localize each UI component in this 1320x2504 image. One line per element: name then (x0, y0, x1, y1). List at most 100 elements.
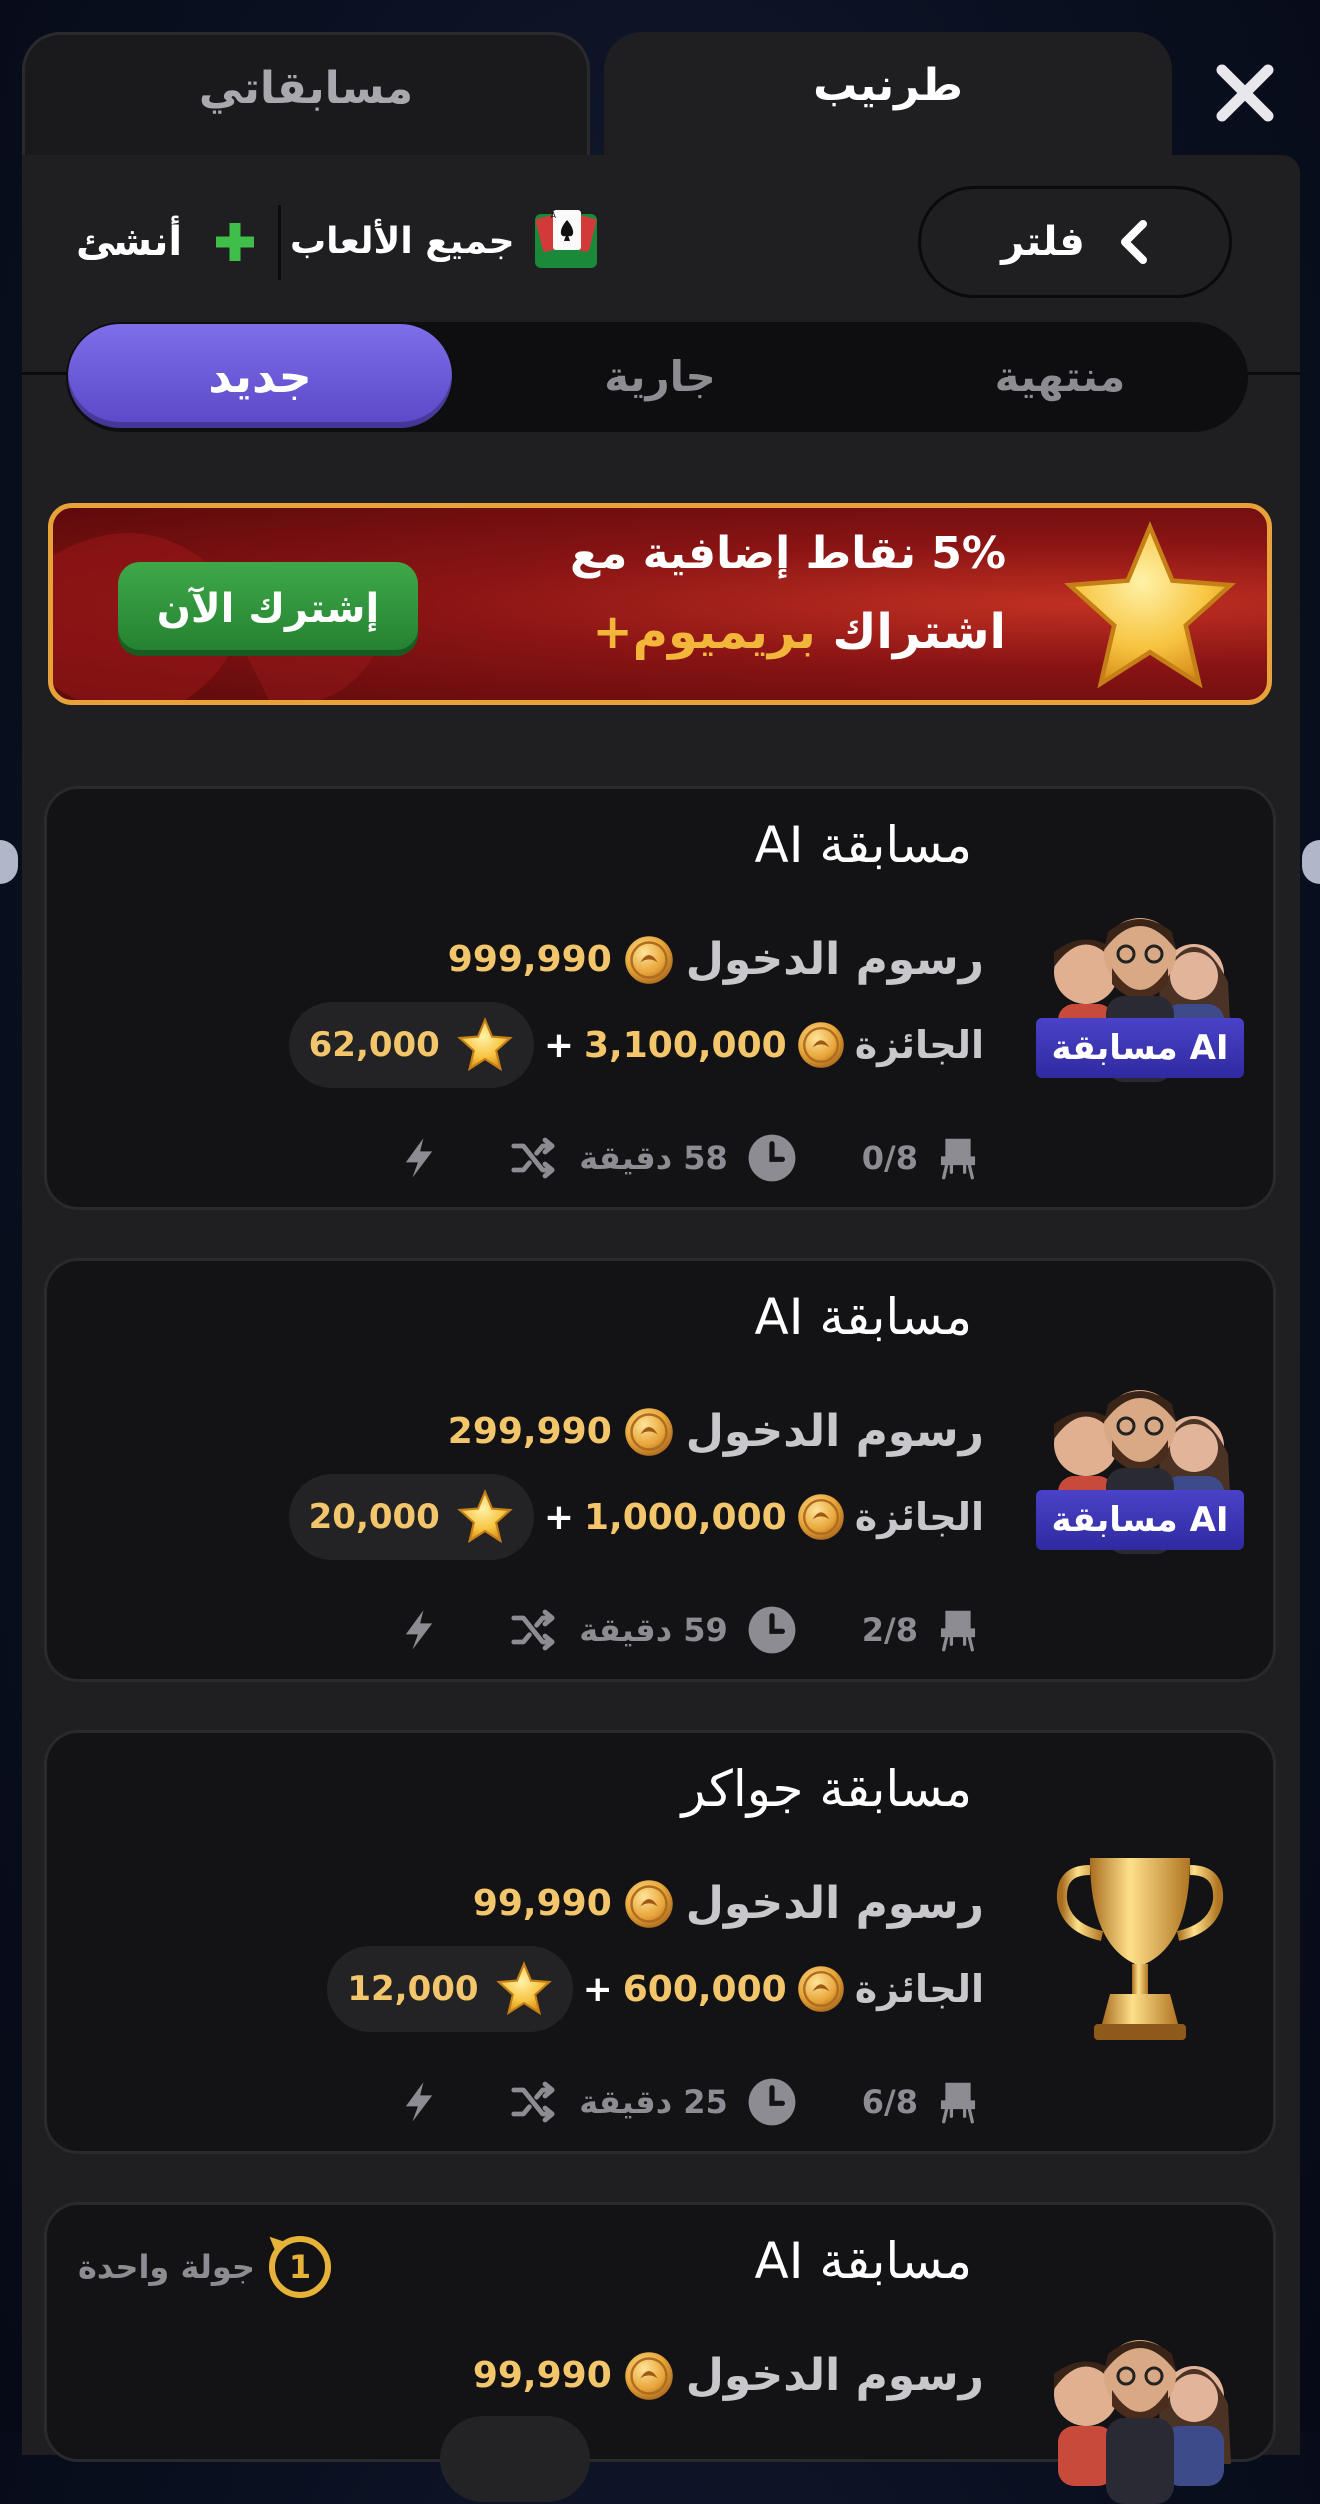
game-selector[interactable]: A جميع الألعاب (290, 196, 603, 286)
banner-premium: بريميوم+ (592, 604, 816, 660)
prize-value: 1,000,000 (584, 1496, 787, 1538)
ai-badge: مسابقة AI (1036, 1490, 1244, 1550)
create-label: أنشئ (76, 219, 183, 265)
star-icon (456, 1017, 514, 1073)
lightning-icon (397, 1605, 441, 1655)
create-button[interactable]: أنشئ (76, 212, 258, 272)
time-value: 59 دقيقة (579, 1611, 728, 1649)
segment-new[interactable]: جديد (68, 324, 452, 428)
plus-sign: + (582, 1968, 613, 2010)
time-value: 25 دقيقة (579, 2083, 728, 2121)
fee-label: رسوم الدخول (685, 934, 984, 985)
info-row: 6/8 25 دقيقة (397, 2076, 980, 2128)
shuffle-icon (505, 1134, 561, 1182)
coin-icon (624, 1407, 674, 1457)
points-value: 62,000 (308, 1025, 440, 1065)
prize-value: 3,100,000 (584, 1024, 787, 1066)
prize-label: الجائزة (854, 1967, 984, 2011)
ai-avatars-image (1036, 2314, 1244, 2504)
points-pill: 12,000 (327, 1946, 573, 2032)
banner-subline: اشتراك بريميوم+ (520, 604, 1006, 660)
chair-icon (936, 2080, 980, 2124)
subscribe-button[interactable]: إشترك الآن (118, 562, 418, 656)
points-pill: 62,000 (288, 1002, 534, 1088)
fee-value: 99,990 (472, 2355, 612, 2396)
divider (278, 205, 281, 280)
shuffle-icon (505, 2078, 561, 2126)
tab-label: مسابقاتي (198, 63, 414, 114)
plus-icon (216, 223, 255, 261)
coin-icon (624, 1879, 674, 1929)
shuffle-icon (505, 1606, 561, 1654)
tournament-title: مسابقة AI (754, 1288, 972, 1346)
fee-value: 299,990 (447, 1411, 612, 1452)
banner-subscription: اشتراك (832, 604, 1006, 660)
tournament-title: مسابقة AI (754, 2232, 972, 2290)
close-icon[interactable] (1210, 58, 1280, 128)
chair-icon (936, 1608, 980, 1652)
points-pill (440, 2416, 590, 2502)
fee-value: 99,990 (472, 1883, 612, 1924)
star-icon (1060, 518, 1240, 689)
svg-text:A: A (550, 211, 556, 220)
star-icon (456, 1489, 514, 1545)
clock-icon (746, 1132, 798, 1184)
time-value: 58 دقيقة (579, 1139, 728, 1177)
tab-label: طرنيب (813, 60, 963, 111)
cards-icon: A (534, 210, 597, 268)
fee-label: رسوم الدخول (685, 1878, 984, 1929)
prize-label: الجائزة (854, 1023, 984, 1067)
games-label: جميع الألعاب (290, 220, 515, 262)
side-edge-light (0, 840, 18, 884)
clock-icon (746, 1604, 798, 1656)
lightning-icon (397, 1133, 441, 1183)
filter-button[interactable]: فلتر (918, 186, 1232, 298)
fee-label: رسوم الدخول (685, 2350, 984, 2401)
chevron-left-icon (1120, 220, 1147, 264)
banner-headline: 5% نقاط إضافية مع (570, 528, 1006, 579)
coin-icon (797, 1965, 845, 2013)
clock-icon (746, 2076, 798, 2128)
coin-icon (624, 935, 674, 985)
entry-fee-row: رسوم الدخول 299,990 (448, 1406, 984, 1457)
fee-value: 999,990 (447, 939, 612, 980)
entry-fee-row: رسوم الدخول 999,990 (448, 934, 984, 985)
coin-icon (624, 2351, 674, 2401)
seats-value: 0/8 (861, 1139, 918, 1177)
round-number: 1 (289, 2248, 311, 2286)
points-pill: 20,000 (288, 1474, 534, 1560)
coin-icon (797, 1021, 845, 1069)
single-round-indicator: 1 جولة واحدة (78, 2236, 331, 2298)
trophy-icon (1050, 1848, 1230, 2048)
prize-row: الجائزة 3,100,000 + 62,000 (288, 1002, 984, 1088)
tournament-title: مسابقة AI (754, 816, 972, 874)
seats-value: 6/8 (861, 2083, 918, 2121)
lightning-icon (397, 2077, 441, 2127)
tab-tarneeb[interactable]: طرنيب (604, 32, 1172, 182)
info-row: 2/8 59 دقيقة (397, 1604, 980, 1656)
segment-ongoing[interactable]: جارية (510, 324, 810, 428)
prize-row: الجائزة 600,000 + 12,000 (327, 1946, 984, 2032)
points-value: 12,000 (347, 1969, 479, 2009)
ai-badge: مسابقة AI (1036, 1018, 1244, 1078)
points-value: 20,000 (308, 1497, 440, 1537)
info-row: 0/8 58 دقيقة (397, 1132, 980, 1184)
prize-label: الجائزة (854, 1495, 984, 1539)
prize-value: 600,000 (622, 1968, 787, 2010)
plus-sign: + (543, 1024, 574, 1066)
entry-fee-row: رسوم الدخول 99,990 (473, 1878, 984, 1929)
segment-finished[interactable]: منتهية (910, 324, 1210, 428)
round-label: جولة واحدة (78, 2248, 255, 2286)
prize-row: الجائزة 1,000,000 + 20,000 (288, 1474, 984, 1560)
coin-icon (797, 1493, 845, 1541)
single-round-icon: 1 (268, 2236, 331, 2298)
star-icon (495, 1961, 553, 2017)
fee-label: رسوم الدخول (685, 1406, 984, 1457)
filter-label: فلتر (1001, 219, 1085, 265)
chair-icon (936, 1136, 980, 1180)
side-edge-light (1302, 840, 1320, 884)
plus-sign: + (543, 1496, 574, 1538)
seats-value: 2/8 (861, 1611, 918, 1649)
tournament-title: مسابقة جواكر (681, 1760, 972, 1818)
entry-fee-row: رسوم الدخول 99,990 (473, 2350, 984, 2401)
